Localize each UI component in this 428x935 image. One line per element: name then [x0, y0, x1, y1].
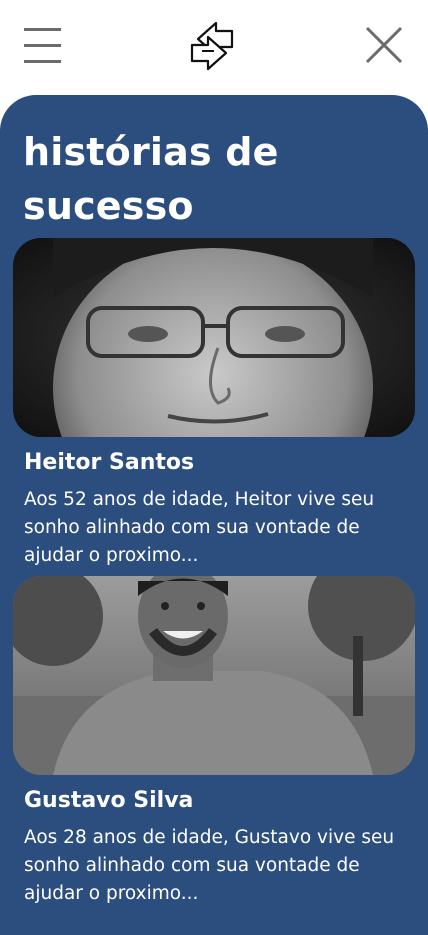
story-summary: Aos 52 anos de idade, Heitor vive seu so… [24, 489, 375, 566]
page-title-line-2: sucesso [23, 184, 194, 228]
story-summary: Aos 28 anos de idade, Gustavo vive seu s… [24, 827, 395, 904]
story-name[interactable]: Gustavo Silva [24, 788, 193, 813]
swap-arrows-logo-icon[interactable] [186, 19, 238, 73]
story-photo-gustavo[interactable] [13, 576, 415, 775]
close-icon[interactable] [364, 26, 404, 64]
story-name[interactable]: Heitor Santos [24, 450, 194, 475]
top-bar [0, 0, 428, 92]
page-title: histórias de sucesso [23, 125, 403, 233]
hamburger-menu-icon[interactable] [24, 28, 62, 64]
success-stories-panel: histórias de sucesso Heitor Santos Aos 5… [0, 95, 428, 935]
page-title-line-1: histórias de [23, 130, 279, 174]
story-photo-heitor[interactable] [13, 238, 415, 437]
